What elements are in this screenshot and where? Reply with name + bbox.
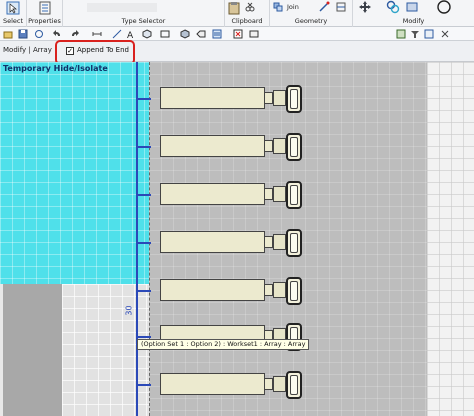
save-icon[interactable] [18, 29, 28, 39]
geometry-icon[interactable] [318, 1, 330, 13]
dimension-tick [136, 384, 151, 386]
array-dimension-line[interactable] [136, 62, 138, 416]
select-icon [6, 1, 20, 15]
close-hidden-icon[interactable] [233, 29, 243, 39]
append-to-end-checkbox[interactable]: ✓ [66, 47, 74, 55]
move-icon[interactable] [358, 0, 372, 14]
dimension-tick [136, 336, 151, 338]
properties-icon [38, 1, 52, 15]
modify-label: Modify [402, 17, 425, 25]
sync-icon[interactable] [34, 29, 44, 39]
align-icon[interactable] [112, 29, 122, 39]
dimension-tick [136, 98, 151, 100]
array-count-value[interactable]: 30 [125, 305, 134, 315]
ribbon-group-geometry[interactable]: Join Geometry [270, 0, 353, 27]
right-grid-region [427, 62, 474, 416]
array-element[interactable] [160, 133, 308, 161]
cut-icon[interactable] [245, 2, 255, 12]
array-element[interactable] [160, 85, 308, 113]
paste-icon[interactable] [228, 1, 240, 15]
default-3d-icon[interactable] [180, 29, 190, 39]
isolate-grid [0, 62, 149, 284]
properties-panel-icon[interactable] [424, 29, 434, 39]
join-icon[interactable] [273, 2, 283, 12]
context-label: Modify | Array [3, 46, 52, 54]
geometry-label: Geometry [294, 17, 328, 25]
array-element[interactable] [160, 277, 308, 305]
tag-icon[interactable] [196, 29, 206, 39]
section-icon[interactable] [160, 29, 170, 39]
visibility-icon[interactable] [396, 29, 406, 39]
array-element[interactable] [160, 229, 308, 257]
dimension-tick [136, 290, 151, 292]
ribbon-group-type-selector[interactable]: Type Selector [63, 0, 225, 27]
thin-lines-icon[interactable] [212, 29, 222, 39]
view-3d-icon[interactable] [142, 29, 152, 39]
array-element[interactable] [160, 371, 308, 399]
type-selector-label: Type Selector [121, 17, 166, 25]
element-tooltip: (Option Set 1 : Option 2) : Workset1 : A… [137, 339, 310, 350]
open-icon[interactable] [3, 29, 13, 39]
properties-button-label: Properties [28, 17, 61, 25]
ribbon-group-properties[interactable]: Properties [27, 0, 63, 27]
clipboard-label: Clipboard [231, 17, 263, 25]
circle-icon[interactable] [437, 0, 451, 14]
dimension-tick [136, 146, 151, 148]
quick-toolbar: A [0, 27, 474, 41]
rotate-icon[interactable] [405, 0, 419, 14]
array-element[interactable] [160, 181, 308, 209]
text-icon[interactable]: A [126, 29, 136, 39]
dimension-tick [136, 242, 151, 244]
undo-icon[interactable] [52, 29, 62, 39]
close-icon[interactable] [440, 29, 450, 39]
select-button-label: Select [2, 17, 24, 25]
view-mode-title: Temporary Hide/Isolate [3, 64, 108, 73]
switch-windows-icon[interactable] [249, 29, 259, 39]
split-icon[interactable] [335, 1, 347, 13]
left-gray-block [3, 284, 62, 416]
join-button-label[interactable]: Join [287, 3, 299, 11]
measure-icon[interactable] [92, 29, 102, 39]
type-selector-dropdown[interactable] [87, 3, 157, 12]
ribbon: Select Properties Type Selector Clipboar… [0, 0, 474, 27]
dashed-boundary-line [149, 62, 150, 416]
dimension-tick [136, 194, 151, 196]
append-to-end-label[interactable]: Append To End [77, 46, 129, 54]
svg-text:A: A [127, 31, 134, 39]
ribbon-group-select[interactable]: Select [0, 0, 27, 27]
ribbon-group-modify[interactable]: Modify [353, 0, 474, 27]
revit-window: Select Properties Type Selector Clipboar… [0, 0, 474, 416]
redo-icon[interactable] [70, 29, 80, 39]
filter-icon[interactable] [410, 29, 420, 39]
ribbon-group-clipboard[interactable]: Clipboard [225, 0, 270, 27]
copy-icon[interactable] [386, 0, 400, 14]
